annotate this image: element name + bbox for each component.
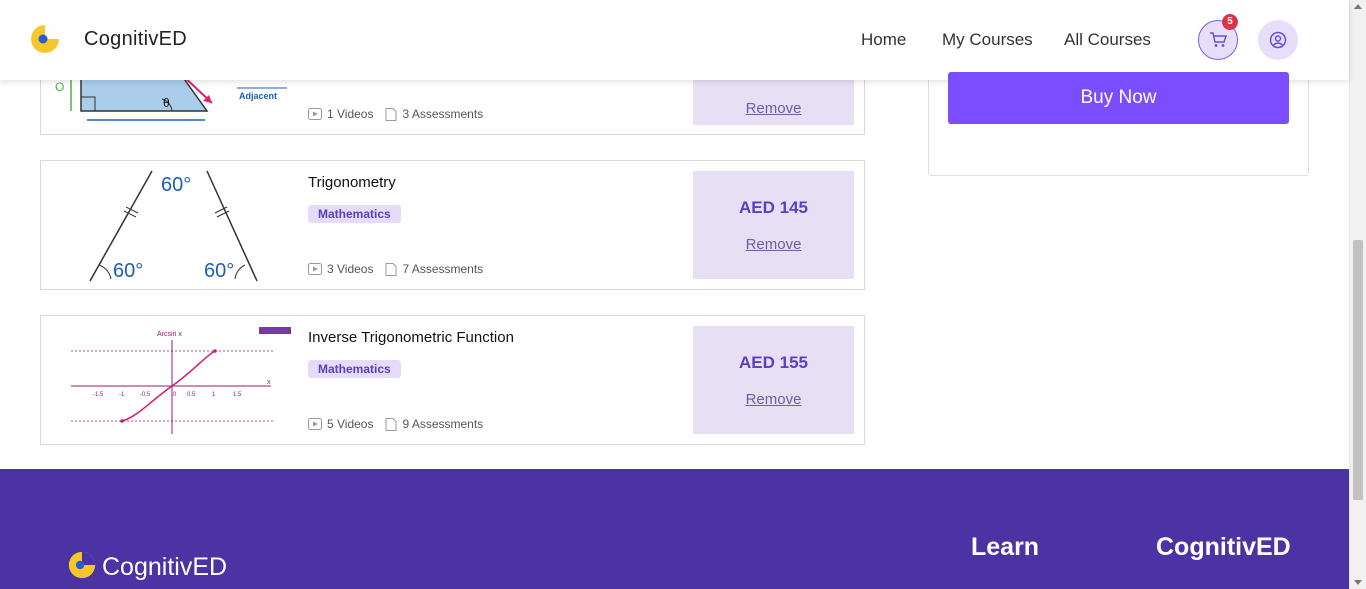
video-count: 5 Videos xyxy=(327,417,374,431)
course-meta: 3 Videos 7 Assessments xyxy=(308,262,483,276)
course-title[interactable]: Inverse Trigonometric Function xyxy=(308,329,514,346)
document-icon xyxy=(385,107,397,121)
remove-link[interactable]: Remove xyxy=(746,391,802,408)
arcsin-graph-icon: Arcsin x x -1.5 -1 -0.5 0 0.5 1 1.5 xyxy=(71,327,291,434)
remove-link[interactable]: Remove xyxy=(746,236,802,253)
video-count: 1 Videos xyxy=(327,107,374,121)
svg-text:60°: 60° xyxy=(113,260,143,282)
course-meta: 1 Videos 3 Assessments xyxy=(308,107,483,121)
user-icon xyxy=(1269,31,1287,49)
svg-text:Adjacent: Adjacent xyxy=(239,91,277,101)
cognitived-logo-icon[interactable] xyxy=(28,22,62,56)
assessment-count: 9 Assessments xyxy=(402,417,484,431)
svg-text:0.5: 0.5 xyxy=(187,392,196,398)
video-icon xyxy=(308,108,322,120)
video-icon xyxy=(308,418,322,430)
top-navbar: CognitivED Home My Courses All Courses 5 xyxy=(0,0,1349,80)
course-thumbnail: 60° 60° 60° xyxy=(47,167,297,283)
svg-text:60°: 60° xyxy=(161,174,191,196)
svg-text:O: O xyxy=(55,80,64,94)
svg-text:0: 0 xyxy=(173,392,177,398)
document-icon xyxy=(385,262,397,276)
remove-link[interactable]: Remove xyxy=(746,100,802,117)
cognitived-logo-icon[interactable] xyxy=(66,549,98,581)
course-meta: 5 Videos 9 Assessments xyxy=(308,417,483,431)
subject-tag: Mathematics xyxy=(308,360,401,378)
svg-text:-1.5: -1.5 xyxy=(93,392,104,398)
svg-text:1: 1 xyxy=(212,392,216,398)
svg-text:1.5: 1.5 xyxy=(233,392,242,398)
svg-text:θ: θ xyxy=(163,96,170,110)
brand-name[interactable]: CognitivED xyxy=(84,28,187,51)
cart-icon xyxy=(1210,32,1227,47)
assessment-count: 3 Assessments xyxy=(402,107,484,121)
course-price: AED 155 xyxy=(739,352,808,372)
svg-text:60°: 60° xyxy=(204,260,234,282)
scroll-thumb[interactable] xyxy=(1353,240,1363,500)
nav-home[interactable]: Home xyxy=(861,30,906,50)
svg-text:Arcsin x: Arcsin x xyxy=(157,331,182,338)
equilateral-triangle-diagram-icon: 60° 60° 60° xyxy=(89,170,258,282)
svg-text:-0.5: -0.5 xyxy=(140,392,151,398)
svg-text:-1: -1 xyxy=(119,392,125,398)
nav-all-courses[interactable]: All Courses xyxy=(1064,30,1151,50)
footer: CognitivED Learn CognitivED xyxy=(0,469,1349,589)
video-count: 3 Videos xyxy=(327,262,374,276)
buy-now-button[interactable]: Buy Now xyxy=(948,72,1289,124)
subject-tag: Mathematics xyxy=(308,205,401,223)
course-price: AED 145 xyxy=(739,197,808,217)
page-scrollbar[interactable] xyxy=(1349,0,1366,589)
footer-heading-cognitived: CognitivED xyxy=(1156,533,1291,561)
scroll-down-arrow-icon[interactable] xyxy=(1354,580,1362,585)
footer-heading-learn: Learn xyxy=(971,533,1040,561)
nav-my-courses[interactable]: My Courses xyxy=(942,30,1033,50)
svg-text:x: x xyxy=(267,379,271,386)
course-card: Arcsin x x -1.5 -1 -0.5 0 0.5 1 1.5 Inve… xyxy=(40,315,865,445)
assessment-count: 7 Assessments xyxy=(402,262,484,276)
cart-count-badge: 5 xyxy=(1222,14,1238,30)
course-title[interactable]: Trigonometry xyxy=(308,174,396,191)
footer-brand[interactable]: CognitivED xyxy=(102,553,227,582)
price-box: AED 155 Remove xyxy=(693,326,854,434)
document-icon xyxy=(385,417,397,431)
course-thumbnail: Arcsin x x -1.5 -1 -0.5 0 0.5 1 1.5 xyxy=(47,322,297,438)
video-icon xyxy=(308,263,322,275)
course-card: 60° 60° 60° Trigonometry Mathematics 3 V… xyxy=(40,160,865,290)
profile-button[interactable] xyxy=(1258,20,1298,60)
price-box: AED 145 Remove xyxy=(693,171,854,279)
scroll-up-arrow-icon[interactable] xyxy=(1354,4,1362,9)
